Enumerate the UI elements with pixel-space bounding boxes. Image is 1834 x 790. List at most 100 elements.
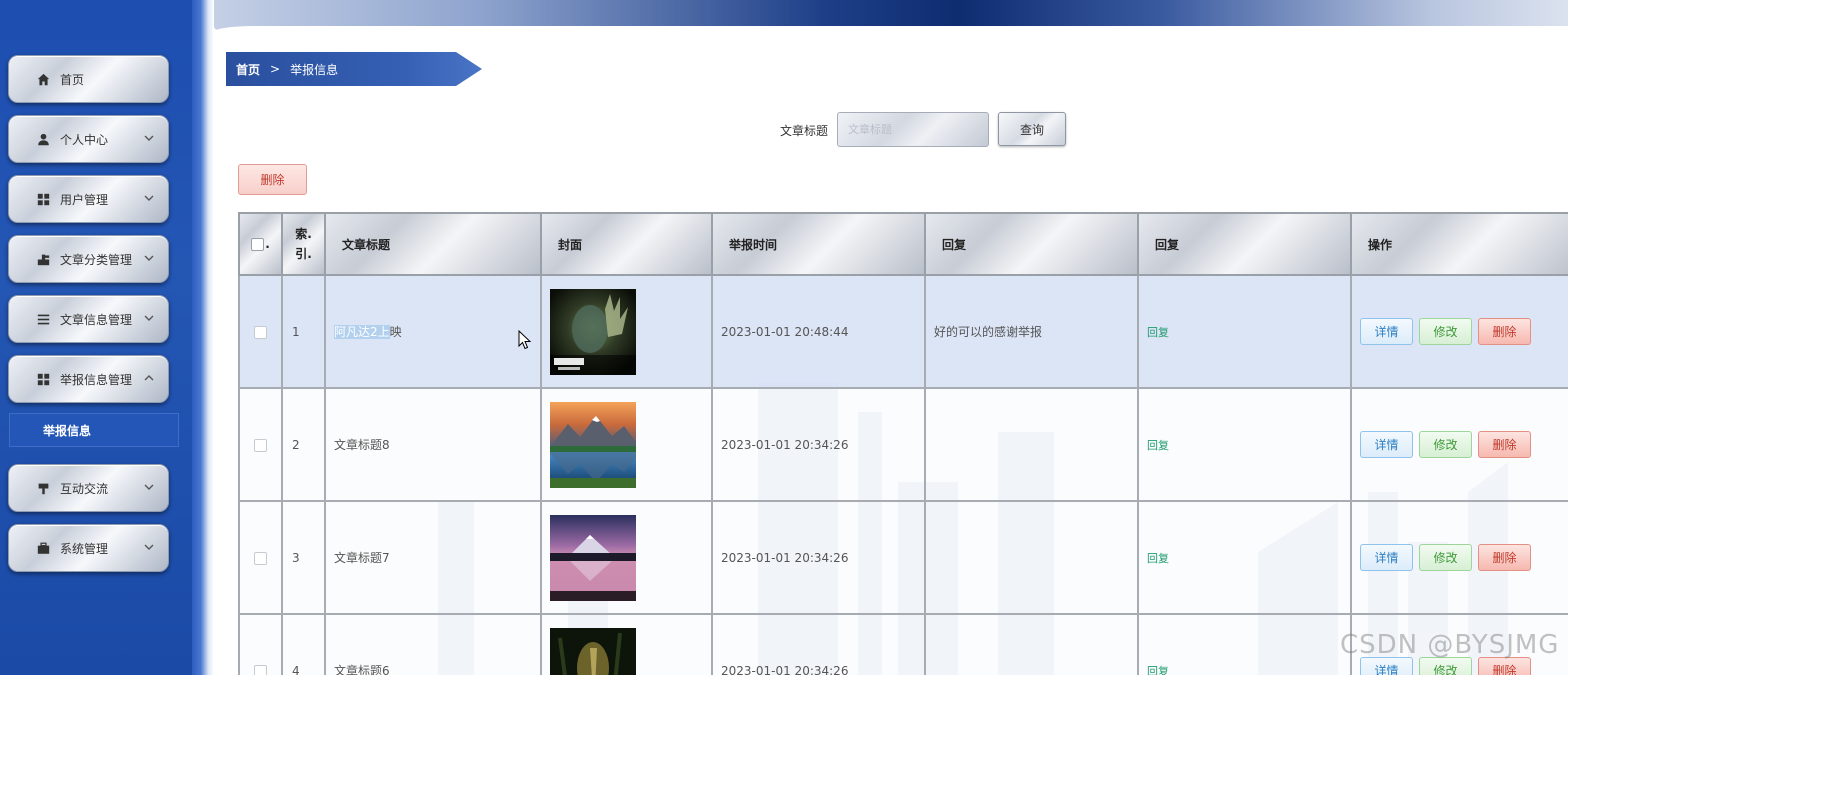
cover-image-mountain-lake <box>550 401 636 488</box>
watermark: CSDN @BYSJMG <box>1340 630 1560 660</box>
row-title-rest: 文章标题8 <box>334 438 390 452</box>
row-reply-text <box>924 613 1139 675</box>
row-reply-text: 好的可以的感谢举报 <box>924 274 1139 389</box>
sidebar-item-label: 首页 <box>60 72 85 87</box>
top-banner <box>214 0 1568 32</box>
row-title-rest: 映 <box>389 325 402 339</box>
table-header-row: . 索.引. 文章标题 封面 举报时间 回复 回复 操作 <box>238 212 1568 276</box>
detail-button[interactable]: 详情 <box>1360 431 1413 458</box>
reply-link[interactable]: 回复 <box>1147 552 1169 565</box>
row-index: 4 <box>281 613 326 675</box>
row-ops-cell: 详情 修改 删除 <box>1350 387 1568 502</box>
delete-button[interactable]: 删除 <box>1478 431 1531 458</box>
row-title: 文章标题7 <box>324 500 542 615</box>
report-table-container: . 索.引. 文章标题 封面 举报时间 回复 回复 操作 1 阿凡达2上映 20… <box>238 212 1568 675</box>
row-index: 2 <box>281 387 326 502</box>
detail-button[interactable]: 详情 <box>1360 544 1413 571</box>
sidebar-item-personal-center[interactable]: 个人中心 <box>8 115 169 163</box>
table-row[interactable]: 2 文章标题8 2023-01-01 20:34:26 回复 详情 修改 删除 <box>238 387 1568 502</box>
row-checkbox-cell <box>238 387 283 502</box>
edit-button[interactable]: 修改 <box>1419 544 1472 571</box>
reply-link[interactable]: 回复 <box>1147 665 1169 676</box>
chevron-down-icon <box>144 481 154 491</box>
row-cover-cell <box>540 500 713 615</box>
row-reply-action-cell: 回复 <box>1137 500 1352 615</box>
select-all-checkbox[interactable] <box>251 238 265 251</box>
column-header-reply-text: 回复 <box>924 212 1139 276</box>
row-checkbox[interactable] <box>254 664 267 675</box>
row-reply-text <box>924 387 1139 502</box>
breadcrumb-home-link[interactable]: 首页 <box>236 61 260 78</box>
row-ops: 详情 修改 删除 <box>1360 544 1568 571</box>
column-header-cover: 封面 <box>540 212 713 276</box>
batch-delete-button[interactable]: 删除 <box>238 164 307 195</box>
row-index: 1 <box>281 274 326 389</box>
row-title-rest: 文章标题7 <box>334 551 390 565</box>
edit-button[interactable]: 修改 <box>1419 431 1472 458</box>
row-ops: 详情 修改 删除 <box>1360 318 1568 345</box>
chevron-down-icon <box>144 541 154 551</box>
detail-button[interactable]: 详情 <box>1360 318 1413 345</box>
sidebar-edge-decoration <box>192 0 214 675</box>
list-icon <box>36 312 50 326</box>
sidebar-item-report-management[interactable]: 举报信息管理 <box>8 355 169 403</box>
sidebar-item-home[interactable]: 首页 <box>8 55 169 103</box>
sidebar-item-system[interactable]: 系统管理 <box>8 524 169 572</box>
reply-link[interactable]: 回复 <box>1147 326 1169 339</box>
column-header-index: 索.引. <box>281 212 326 276</box>
app-root: 首页 个人中心 用户管理 文章分类管理 文章信息管理 举报信息管理 举报信息 互… <box>0 0 1568 675</box>
delete-button[interactable]: 删除 <box>1478 318 1531 345</box>
edit-button[interactable]: 修改 <box>1419 318 1472 345</box>
row-checkbox-cell <box>238 274 283 389</box>
sidebar-item-label: 用户管理 <box>60 192 109 207</box>
column-header-label: 索.引. <box>295 227 312 261</box>
sidebar-item-article-category[interactable]: 文章分类管理 <box>8 235 169 283</box>
search-label: 文章标题 <box>780 124 829 138</box>
chevron-up-icon <box>144 372 154 382</box>
column-header-report-time: 举报时间 <box>711 212 926 276</box>
sidebar-item-label: 文章信息管理 <box>60 312 133 327</box>
sidebar-subitem-report-info[interactable]: 举报信息 <box>9 413 179 447</box>
sidebar-item-label: 举报信息管理 <box>60 372 133 387</box>
table-row[interactable]: 1 阿凡达2上映 2023-01-01 20:48:44 好的可以的感谢举报 回… <box>238 274 1568 389</box>
row-checkbox-cell <box>238 500 283 615</box>
sidebar-item-label: 互动交流 <box>60 481 109 496</box>
breadcrumb-current: 举报信息 <box>290 62 339 77</box>
row-cover-cell <box>540 613 713 675</box>
row-report-time: 2023-01-01 20:34:26 <box>711 613 926 675</box>
row-report-time: 2023-01-01 20:34:26 <box>711 500 926 615</box>
podium-icon <box>36 481 50 495</box>
row-checkbox[interactable] <box>254 325 267 339</box>
breadcrumb-separator: > <box>270 62 281 76</box>
reply-link[interactable]: 回复 <box>1147 439 1169 452</box>
delete-button[interactable]: 删除 <box>1478 544 1531 571</box>
sidebar-item-interaction[interactable]: 互动交流 <box>8 464 169 512</box>
row-reply-text <box>924 500 1139 615</box>
sidebar-item-user-management[interactable]: 用户管理 <box>8 175 169 223</box>
row-index: 3 <box>281 500 326 615</box>
briefcase-icon <box>36 541 50 555</box>
column-header-title: 文章标题 <box>324 212 542 276</box>
cover-image-sunset-lake <box>550 514 636 601</box>
row-checkbox[interactable] <box>254 438 267 452</box>
row-checkbox[interactable] <box>254 551 267 565</box>
grid-icon <box>36 192 50 206</box>
search-input[interactable] <box>837 112 989 147</box>
column-header-reply-action: 回复 <box>1137 212 1352 276</box>
row-title: 文章标题6 <box>324 613 542 675</box>
mouse-cursor-icon <box>518 330 532 350</box>
table-row[interactable]: 3 文章标题7 2023-01-01 20:34:26 回复 详情 修改 删除 <box>238 500 1568 615</box>
sidebar-item-article-info[interactable]: 文章信息管理 <box>8 295 169 343</box>
chevron-down-icon <box>144 252 154 262</box>
search-button[interactable]: 查询 <box>998 112 1066 146</box>
row-report-time: 2023-01-01 20:34:26 <box>711 387 926 502</box>
chevron-down-icon <box>144 192 154 202</box>
chevron-down-icon <box>144 312 154 322</box>
row-reply-action-cell: 回复 <box>1137 613 1352 676</box>
row-checkbox-cell <box>238 613 283 675</box>
row-cover-cell <box>540 274 713 389</box>
row-cover-cell <box>540 387 713 502</box>
row-reply-action-cell: 回复 <box>1137 387 1352 502</box>
sidebar-item-label: 个人中心 <box>60 132 109 147</box>
chevron-down-icon <box>144 132 154 142</box>
